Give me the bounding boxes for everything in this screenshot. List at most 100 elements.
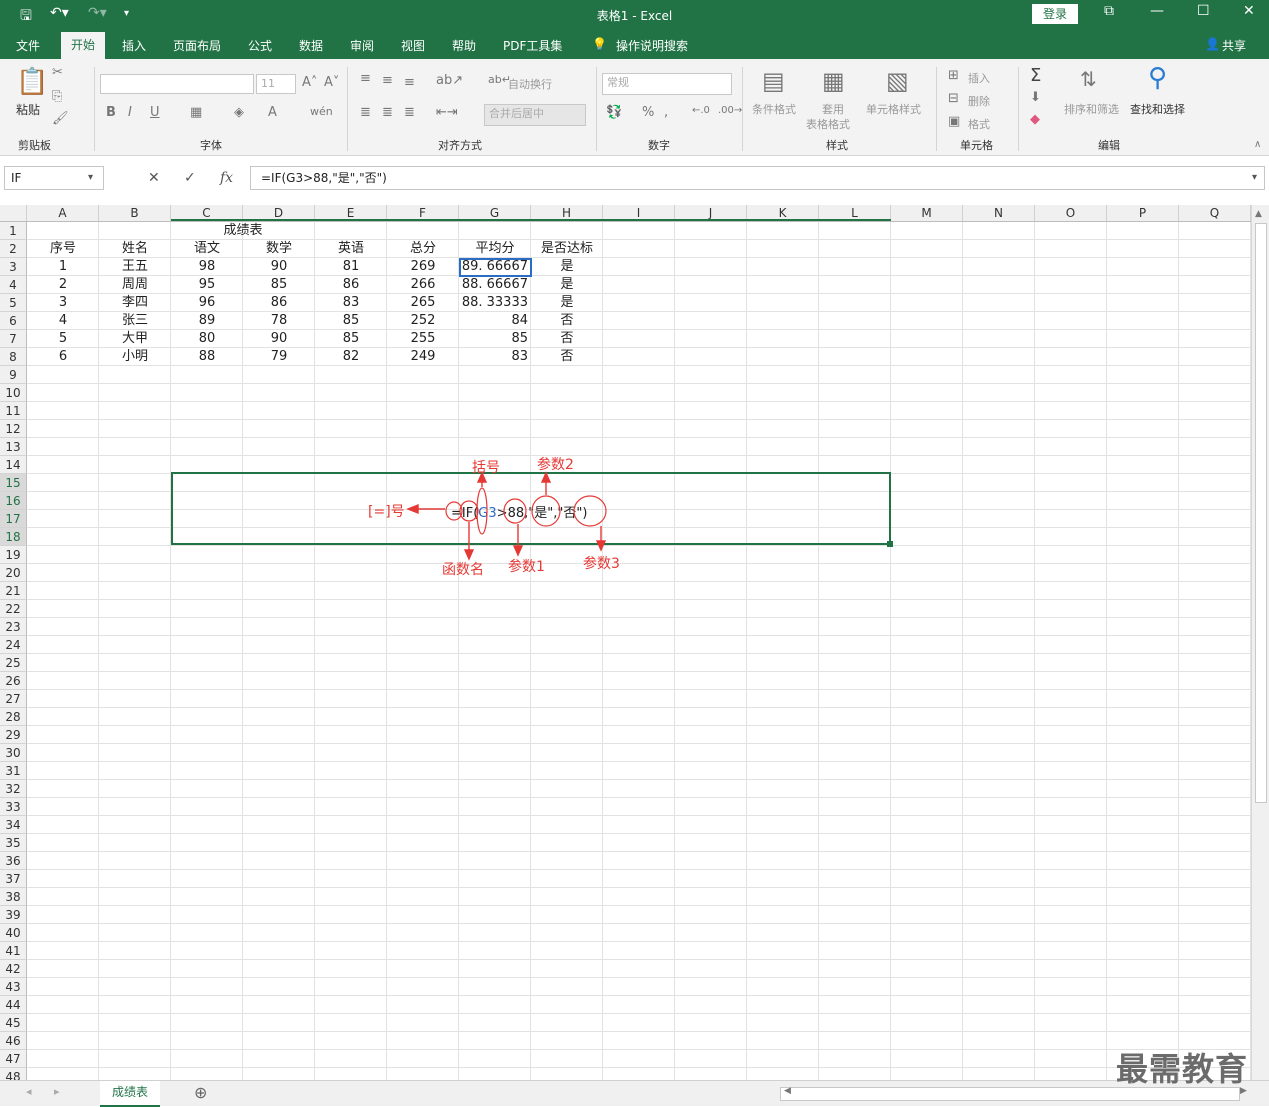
close-icon[interactable]: ✕	[1243, 3, 1255, 19]
align-middle-icon[interactable]: ≡	[382, 73, 393, 88]
formula-input[interactable]: =IF(G3>88,"是","否")	[250, 166, 1265, 190]
vertical-scrollbar[interactable]: ▲	[1251, 205, 1269, 1080]
login-button[interactable]: 登录	[1032, 4, 1078, 24]
fill-icon[interactable]: ⬇	[1030, 90, 1041, 105]
currency-icon[interactable]: 💱	[606, 105, 622, 120]
share-button[interactable]: 共享	[1222, 37, 1246, 54]
select-all-corner[interactable]	[0, 205, 27, 221]
comma-icon[interactable]: ,	[664, 105, 668, 120]
column-headers: A B C D E F G H I J K L M N O P Q	[0, 205, 1251, 222]
format-as-table-icon[interactable]: ▦	[822, 67, 845, 95]
font-name-box[interactable]	[100, 74, 254, 94]
find-select-label[interactable]: 查找和选择	[1130, 101, 1185, 117]
add-sheet-icon[interactable]: ⊕	[194, 1083, 207, 1102]
column-header[interactable]: B	[99, 205, 171, 221]
group-number: 数字	[648, 139, 670, 152]
copy-icon[interactable]: ⎘	[52, 89, 62, 104]
align-center-icon[interactable]: ≣	[382, 105, 393, 120]
scroll-up-icon[interactable]: ▲	[1255, 209, 1262, 219]
scroll-left-icon[interactable]: ◀	[784, 1086, 791, 1096]
number-format-box[interactable]: 常规	[602, 73, 732, 95]
align-right-icon[interactable]: ≣	[404, 105, 415, 120]
column-header[interactable]: A	[27, 205, 99, 221]
align-left-icon[interactable]: ≣	[360, 105, 371, 120]
font-color-icon[interactable]: A	[268, 105, 277, 120]
conditional-format-icon[interactable]: ▤	[762, 67, 785, 95]
collapse-ribbon-icon[interactable]: ∧	[1254, 139, 1261, 150]
find-select-icon[interactable]: ⚲	[1148, 63, 1167, 93]
tab-file[interactable]: 文件	[16, 37, 40, 54]
sheet-tab-scores[interactable]: 成绩表	[100, 1081, 160, 1107]
format-cells-label[interactable]: 格式	[968, 116, 990, 132]
paste-icon[interactable]: 📋	[16, 67, 48, 97]
enter-icon[interactable]: ✓	[184, 170, 196, 186]
cut-icon[interactable]: ✂	[52, 65, 63, 80]
maximize-icon[interactable]: ☐	[1197, 3, 1210, 19]
worksheet-grid[interactable]: 1 2 3 4 5 6 7 8 9 10 11 12 13 14 15 16 17 18 19 20 21 22 23 24 2…	[0, 222, 1251, 1080]
conditional-format-label[interactable]: 条件格式	[752, 101, 796, 117]
tab-help[interactable]: 帮助	[452, 37, 476, 54]
column-header[interactable]: Q	[1179, 205, 1251, 221]
wrap-text-label[interactable]: 自动换行	[508, 76, 552, 92]
prev-sheet-icon[interactable]: ◂	[26, 1085, 32, 1098]
orientation-icon[interactable]: ab↗	[436, 73, 463, 88]
next-sheet-icon[interactable]: ▸	[54, 1085, 60, 1098]
scroll-thumb[interactable]	[1255, 223, 1267, 803]
name-box-dropdown-icon[interactable]: ▾	[88, 172, 93, 183]
format-cells-icon[interactable]: ▣	[948, 114, 960, 129]
delete-cells-label[interactable]: 删除	[968, 93, 990, 109]
bold-icon[interactable]: B	[106, 105, 116, 120]
group-cells: 单元格	[960, 139, 993, 152]
tell-me-search[interactable]: 操作说明搜索	[616, 37, 688, 54]
font-size-box[interactable]: 11	[256, 74, 296, 94]
fill-color-icon[interactable]: ◈	[234, 105, 244, 120]
sort-filter-label[interactable]: 排序和筛选	[1064, 101, 1119, 117]
increase-decimal-icon[interactable]: ←.0	[692, 105, 710, 116]
tab-home[interactable]: 开始	[61, 32, 106, 59]
format-as-table-label-2[interactable]: 表格格式	[806, 116, 850, 132]
insert-function-icon[interactable]: fx	[220, 170, 233, 186]
underline-icon[interactable]: U	[150, 105, 160, 120]
autosum-icon[interactable]: Σ	[1030, 65, 1041, 86]
column-header[interactable]: M	[891, 205, 963, 221]
tab-pdf-tools[interactable]: PDF工具集	[503, 37, 562, 54]
delete-cells-icon[interactable]: ⊟	[948, 91, 959, 106]
column-header[interactable]: N	[963, 205, 1035, 221]
decrease-decimal-icon[interactable]: .00→	[718, 105, 742, 116]
merge-center-button[interactable]: 合并后居中	[484, 104, 586, 126]
tab-formulas[interactable]: 公式	[248, 37, 272, 54]
formula-bar: IF ▾ ✕ ✓ fx =IF(G3>88,"是","否") ▾	[0, 163, 1269, 195]
annotation-marks	[406, 471, 607, 561]
clear-icon[interactable]: ◆	[1030, 112, 1040, 127]
separator	[936, 67, 937, 151]
insert-cells-icon[interactable]: ⊞	[948, 68, 959, 83]
indent-icon[interactable]: ⇤⇥	[436, 105, 458, 120]
tab-data[interactable]: 数据	[299, 37, 323, 54]
tab-view[interactable]: 视图	[401, 37, 425, 54]
format-painter-icon[interactable]: 🖌	[52, 111, 69, 126]
tab-review[interactable]: 审阅	[350, 37, 374, 54]
italic-icon[interactable]: I	[128, 105, 132, 120]
cell-styles-label[interactable]: 单元格样式	[866, 101, 921, 117]
tab-page-layout[interactable]: 页面布局	[173, 37, 221, 54]
paste-label[interactable]: 粘贴	[16, 101, 40, 118]
expand-formula-icon[interactable]: ▾	[1252, 172, 1257, 183]
grow-font-icon[interactable]: A˄	[302, 75, 317, 90]
cancel-icon[interactable]: ✕	[148, 170, 160, 186]
tab-insert[interactable]: 插入	[122, 37, 146, 54]
sort-filter-icon[interactable]: ⇅	[1080, 67, 1097, 91]
column-header[interactable]: P	[1107, 205, 1179, 221]
percent-icon[interactable]: %	[642, 105, 654, 120]
align-top-icon[interactable]: ≡	[360, 71, 371, 86]
arrow-param2	[540, 471, 552, 483]
phonetic-icon[interactable]: wén	[310, 105, 333, 118]
format-as-table-label-1[interactable]: 套用	[822, 101, 844, 117]
ribbon-display-icon[interactable]: ⧉	[1104, 3, 1114, 19]
shrink-font-icon[interactable]: A˅	[324, 75, 339, 90]
minimize-icon[interactable]: —	[1150, 3, 1164, 19]
insert-cells-label[interactable]: 插入	[968, 70, 990, 86]
column-header[interactable]: O	[1035, 205, 1107, 221]
cell-styles-icon[interactable]: ▧	[886, 67, 909, 95]
border-icon[interactable]: ▦	[190, 105, 202, 120]
align-bottom-icon[interactable]: ≡	[404, 75, 415, 90]
